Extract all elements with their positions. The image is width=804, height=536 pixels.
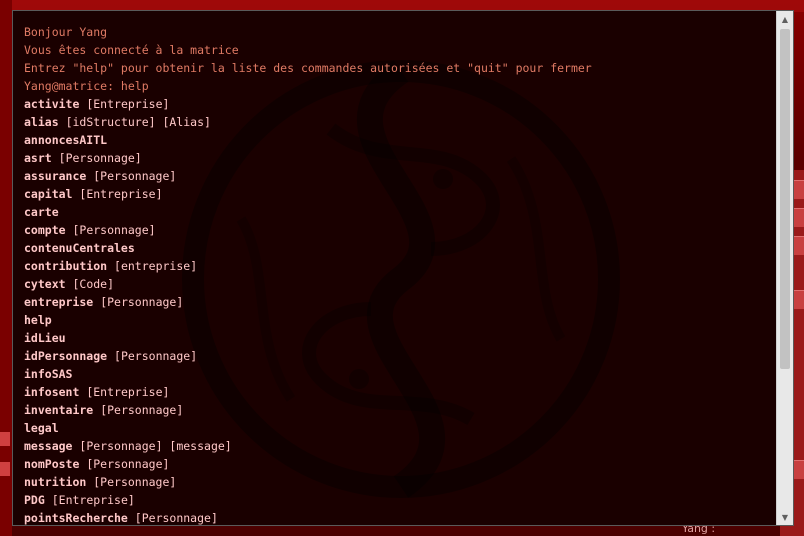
command-row: asrt [Personnage] — [24, 149, 764, 167]
terminal-window[interactable]: Bonjour Yang Vous êtes connecté à la mat… — [12, 10, 794, 526]
command-arguments: [Personnage] — [100, 295, 184, 309]
triangle-down-icon[interactable]: ▼ — [777, 509, 793, 525]
command-name: message — [24, 439, 73, 453]
command-row: entreprise [Personnage] — [24, 293, 764, 311]
command-row: nutrition [Personnage] — [24, 473, 764, 491]
command-name: help — [24, 313, 52, 327]
prompt-line: Yang@matrice: help — [24, 79, 149, 93]
command-name: nomPoste — [24, 457, 80, 471]
command-arguments: [Personnage] [message] — [79, 439, 232, 453]
command-row: assurance [Personnage] — [24, 167, 764, 185]
command-name: cytext — [24, 277, 66, 291]
command-row: infosent [Entreprise] — [24, 383, 764, 401]
command-row: pointsRecherche [Personnage] — [24, 509, 764, 525]
command-row: contribution [entreprise] — [24, 257, 764, 275]
triangle-up-icon[interactable]: ▲ — [777, 11, 793, 27]
command-name: nutrition — [24, 475, 87, 489]
command-row: PDG [Entreprise] — [24, 491, 764, 509]
command-name: assurance — [24, 169, 87, 183]
command-arguments: [entreprise] — [114, 259, 198, 273]
command-arguments: [Personnage] — [93, 169, 177, 183]
command-row: alias [idStructure] [Alias] — [24, 113, 764, 131]
command-arguments: [Entreprise] — [86, 385, 170, 399]
vertical-scrollbar[interactable]: ▲ ▼ — [776, 11, 793, 525]
command-row: help — [24, 311, 764, 329]
scrollbar-thumb[interactable] — [780, 29, 790, 369]
command-arguments: [idStructure] [Alias] — [65, 115, 211, 129]
command-arguments: [Entreprise] — [79, 187, 163, 201]
command-name: contribution — [24, 259, 108, 273]
command-name: pointsRecherche — [24, 511, 128, 525]
command-name: infoSAS — [24, 367, 73, 381]
background-left-mark — [0, 462, 10, 476]
terminal-output: Bonjour Yang Vous êtes connecté à la mat… — [24, 23, 764, 525]
command-arguments: [Personnage] — [58, 151, 142, 165]
command-name: legal — [24, 421, 59, 435]
command-name: activite — [24, 97, 80, 111]
command-name: capital — [24, 187, 73, 201]
command-name: idLieu — [24, 331, 66, 345]
command-name: asrt — [24, 151, 52, 165]
command-name: entreprise — [24, 295, 94, 309]
instructions-line: Entrez "help" pour obtenir la liste des … — [24, 61, 592, 75]
command-arguments: [Entreprise] — [51, 493, 135, 507]
command-arguments: [Personnage] — [93, 475, 177, 489]
command-arguments: [Personnage] — [114, 349, 198, 363]
command-list: activite [Entreprise] alias [idStructure]… — [24, 95, 764, 525]
command-row: idLieu — [24, 329, 764, 347]
command-name: compte — [24, 223, 66, 237]
command-arguments: [Personnage] — [72, 223, 156, 237]
command-name: PDG — [24, 493, 45, 507]
command-row: inventaire [Personnage] — [24, 401, 764, 419]
command-name: annoncesAITL — [24, 133, 108, 147]
background-left-strip — [0, 0, 12, 536]
command-row: compte [Personnage] — [24, 221, 764, 239]
command-row: activite [Entreprise] — [24, 95, 764, 113]
command-name: contenuCentrales — [24, 241, 135, 255]
command-name: carte — [24, 205, 59, 219]
command-row: carte — [24, 203, 764, 221]
command-row: message [Personnage] [message] — [24, 437, 764, 455]
connection-status-line: Vous êtes connecté à la matrice — [24, 43, 239, 57]
greeting-line: Bonjour Yang — [24, 25, 108, 39]
command-row: cytext [Code] — [24, 275, 764, 293]
command-row: contenuCentrales — [24, 239, 764, 257]
command-row: infoSAS — [24, 365, 764, 383]
command-arguments: [Personnage] — [100, 403, 184, 417]
command-row: nomPoste [Personnage] — [24, 455, 764, 473]
command-arguments: [Entreprise] — [86, 97, 170, 111]
command-name: alias — [24, 115, 59, 129]
command-arguments: [Personnage] — [134, 511, 218, 525]
command-name: inventaire — [24, 403, 94, 417]
command-name: idPersonnage — [24, 349, 108, 363]
command-row: legal — [24, 419, 764, 437]
command-row: idPersonnage [Personnage] — [24, 347, 764, 365]
background-left-mark — [0, 432, 10, 446]
command-arguments: [Personnage] — [86, 457, 170, 471]
command-row: capital [Entreprise] — [24, 185, 764, 203]
command-row: annoncesAITL — [24, 131, 764, 149]
command-arguments: [Code] — [72, 277, 115, 291]
command-name: infosent — [24, 385, 80, 399]
